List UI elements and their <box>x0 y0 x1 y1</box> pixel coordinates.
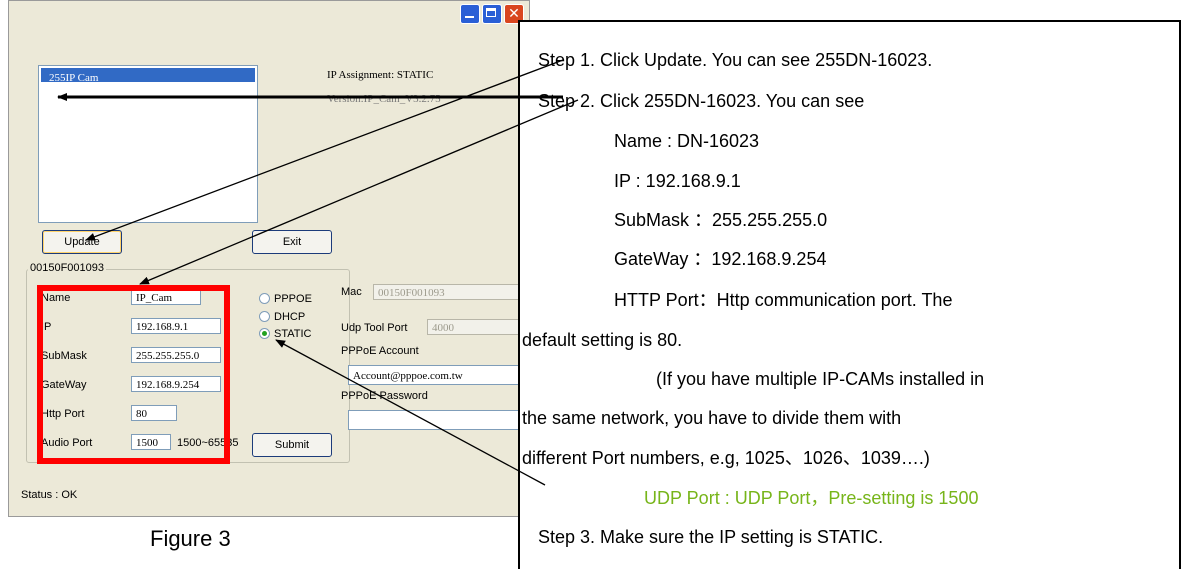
udp-tool-port-field: 4000 <box>427 319 523 335</box>
udp-info: UDP Port : UDP Port，Pre-setting is 1500 <box>644 488 979 508</box>
gateway-info: GateWay ：192.168.9.254 <box>614 249 827 269</box>
group-label-mac: 00150F001093 <box>28 262 107 274</box>
exit-button[interactable]: Exit <box>252 230 332 254</box>
maximize-button[interactable] <box>482 4 502 24</box>
static-radio[interactable] <box>259 328 270 339</box>
http-info-line2: default setting is 80. <box>522 330 683 350</box>
step3-text: Step 3. Make sure the IP setting is STAT… <box>538 527 884 547</box>
minimize-button[interactable] <box>460 4 480 24</box>
instruction-panel: Step 1. Click Update. You can see 255DN-… <box>518 20 1181 569</box>
dhcp-radio-label: DHCP <box>274 311 306 323</box>
dhcp-radio[interactable] <box>259 311 270 322</box>
note-line3: different Port numbers, e.g, 1025、1026、1… <box>522 448 930 468</box>
figure-caption: Figure 3 <box>150 526 231 551</box>
pppoe-account-label: PPPoE Account <box>341 345 419 357</box>
pppoe-radio[interactable] <box>259 293 270 304</box>
mac-label: Mac <box>341 286 362 298</box>
step2-text: Step 2. Click 255DN-16023. You can see <box>538 91 865 111</box>
ip-info: IP : 192.168.9.1 <box>614 171 741 191</box>
submit-button[interactable]: Submit <box>252 433 332 457</box>
pppoe-radio-label: PPPOE <box>274 293 312 305</box>
static-radio-label: STATIC <box>274 328 312 340</box>
step1-text: Step 1. Click Update. You can see 255DN-… <box>538 50 933 70</box>
udp-tool-port-label: Udp Tool Port <box>341 322 408 334</box>
note-line2: the same network, you have to divide the… <box>522 408 902 428</box>
name-info: Name : DN-16023 <box>614 131 760 151</box>
pppoe-password-field[interactable] <box>348 410 523 430</box>
highlight-box <box>37 285 230 464</box>
ip-assignment-text: IP Assignment: STATIC <box>327 69 434 81</box>
camera-list-item[interactable]: 255IP Cam <box>41 68 255 84</box>
version-text: Version:IP_Cam_V3.2.75 <box>327 93 441 105</box>
camera-list[interactable]: 255IP Cam <box>38 65 258 223</box>
status-text: Status : OK <box>21 489 78 501</box>
pppoe-password-label: PPPoE Password <box>341 390 428 402</box>
pppoe-account-field[interactable]: Account@pppoe.com.tw <box>348 365 523 385</box>
http-info-line1: HTTP Port：Http communication port. The <box>614 290 953 310</box>
note-line1: (If you have multiple IP-CAMs installed … <box>656 369 985 389</box>
mac-field: 00150F001093 <box>373 284 523 300</box>
update-button[interactable]: Update <box>42 230 122 254</box>
submask-info: SubMask ：255.255.255.0 <box>614 210 828 230</box>
